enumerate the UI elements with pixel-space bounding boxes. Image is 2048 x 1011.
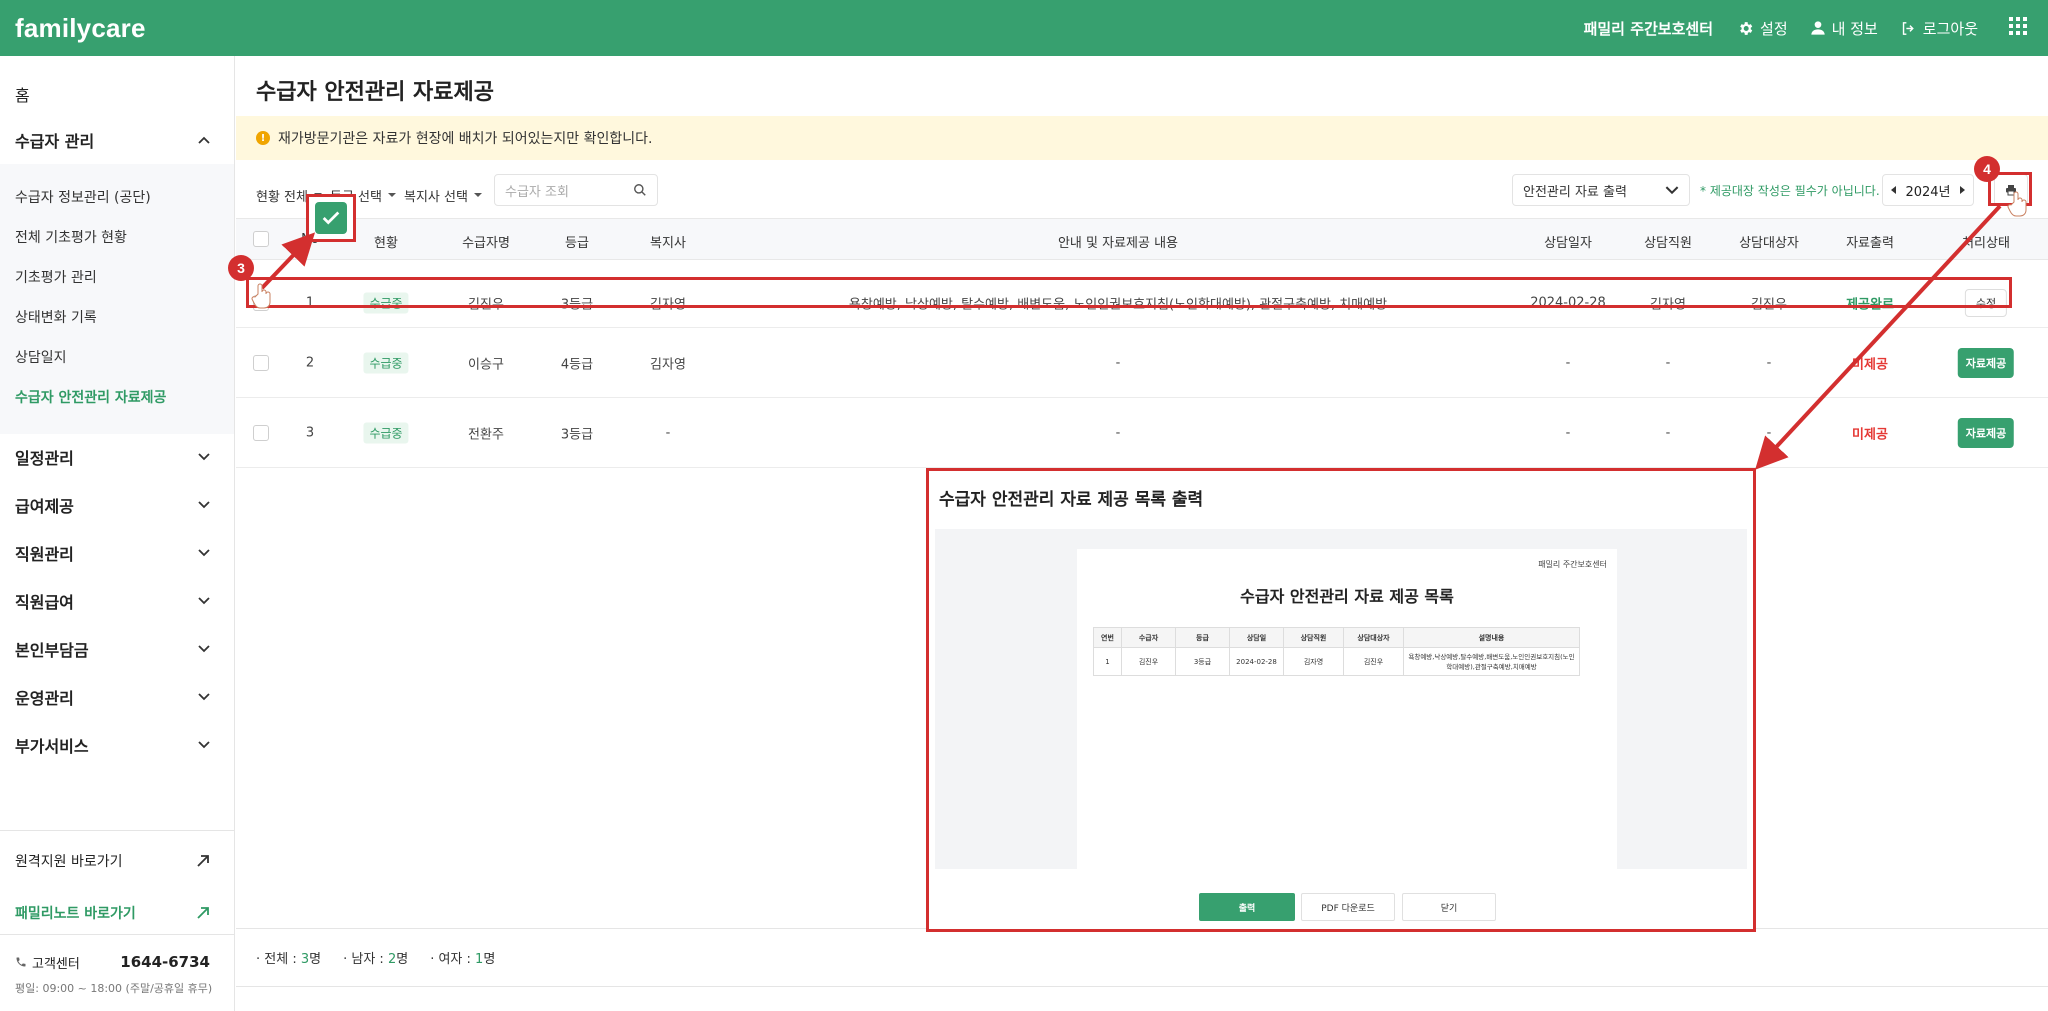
preview-cell: 욕창예방,낙상예방,탈수예방,배변도움,노인인권보호지침(노인학대예방),관절구… [1403,647,1580,676]
preview-col: 상담대상자 [1343,627,1404,648]
hand-cursor-icon [251,283,271,309]
print-confirm-button[interactable]: 출력 [1199,893,1295,921]
preview-cell: 김진우 [1121,647,1176,676]
preview-col: 설명내용 [1403,627,1580,648]
preview-col: 연번 [1093,627,1122,648]
hand-cursor-icon [2007,191,2027,217]
pdf-download-button[interactable]: PDF 다운로드 [1301,893,1395,921]
preview-cell: 3등급 [1175,647,1230,676]
paper-center-name: 패밀리 주간보호센터 [1538,560,1607,569]
preview-cell: 김진우 [1343,647,1404,676]
preview-col: 상담일 [1229,627,1284,648]
preview-col: 상담직원 [1283,627,1344,648]
print-preview-modal: 수급자 안전관리 자료 제공 목록 출력 패밀리 주간보호센터 수급자 안전관리… [926,468,1756,932]
preview-cell: 김자영 [1283,647,1344,676]
preview-area: 패밀리 주간보호센터 수급자 안전관리 자료 제공 목록 연번 수급자 등급 상… [935,529,1747,869]
preview-cell: 2024-02-28 [1229,647,1284,676]
close-button[interactable]: 닫기 [1402,893,1496,921]
arrow-to-checkbox [260,232,316,290]
paper-title: 수급자 안전관리 자료 제공 목록 [1240,587,1454,606]
arrow-to-modal [1755,204,2002,470]
preview-paper: 패밀리 주간보호센터 수급자 안전관리 자료 제공 목록 연번 수급자 등급 상… [1077,549,1617,869]
preview-col: 수급자 [1121,627,1176,648]
preview-table: 연번 수급자 등급 상담일 상담직원 상담대상자 설명내용 1 김진우 3등급 … [1093,627,1580,676]
preview-cell: 1 [1093,647,1122,676]
preview-col: 등급 [1175,627,1230,648]
modal-title: 수급자 안전관리 자료 제공 목록 출력 [939,490,1204,510]
